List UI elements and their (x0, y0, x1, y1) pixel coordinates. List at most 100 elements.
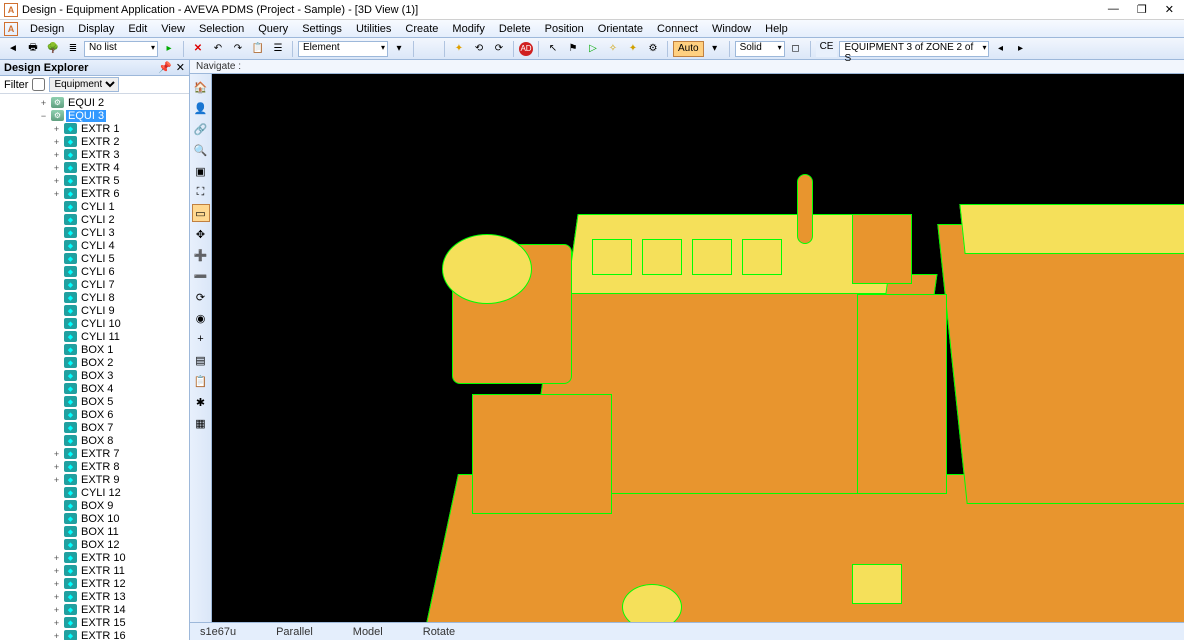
undo-icon[interactable]: ↶ (209, 40, 227, 58)
tree-item[interactable]: +EXTR 6 (0, 187, 189, 200)
tree-item[interactable]: +EXTR 13 (0, 590, 189, 603)
ce-select[interactable]: EQUIPMENT 3 of ZONE 2 of S (839, 41, 989, 57)
expander-icon[interactable]: + (51, 176, 62, 186)
redo-icon[interactable]: ↷ (229, 40, 247, 58)
menu-display[interactable]: Display (72, 22, 120, 36)
tree-item[interactable]: +EXTR 11 (0, 564, 189, 577)
tree-item[interactable]: +EXTR 16 (0, 629, 189, 640)
expander-icon[interactable]: + (51, 579, 62, 589)
expander-icon[interactable]: + (51, 592, 62, 602)
expander-icon[interactable]: + (51, 618, 62, 628)
tree-item[interactable]: +EXTR 7 (0, 447, 189, 460)
zoom-out-icon[interactable]: ➖ (192, 267, 210, 285)
spark2-icon[interactable]: ✦ (624, 40, 642, 58)
zoom-in-icon[interactable]: ➕ (192, 246, 210, 264)
ad-badge[interactable]: AD (519, 42, 533, 56)
menu-help[interactable]: Help (759, 22, 794, 36)
menu-orientate[interactable]: Orientate (592, 22, 649, 36)
tree-item[interactable]: BOX 4 (0, 382, 189, 395)
expander-icon[interactable]: + (51, 163, 62, 173)
expander-icon[interactable]: + (51, 631, 62, 640)
pointer-icon[interactable]: ↖ (544, 40, 562, 58)
close-button[interactable]: ✕ (1165, 3, 1174, 16)
flag-icon[interactable]: ⚑ (564, 40, 582, 58)
menu-window[interactable]: Window (706, 22, 757, 36)
expander-icon[interactable]: + (38, 98, 49, 108)
list-select[interactable]: No list (84, 41, 158, 57)
tree-item[interactable]: BOX 11 (0, 525, 189, 538)
menu-connect[interactable]: Connect (651, 22, 704, 36)
more-icon[interactable]: ✱ (192, 393, 210, 411)
expander-icon[interactable]: + (51, 137, 62, 147)
tree-item[interactable]: CYLI 7 (0, 278, 189, 291)
fit-icon[interactable]: ⛶ (192, 183, 210, 201)
doc-menu-icon[interactable]: A (4, 22, 18, 36)
tree-item[interactable]: BOX 9 (0, 499, 189, 512)
select-icon[interactable]: ▭ (192, 204, 210, 222)
home-icon[interactable]: 🏠 (192, 78, 210, 96)
expander-icon[interactable]: + (51, 553, 62, 563)
star-icon[interactable]: ✦ (450, 40, 468, 58)
menu-settings[interactable]: Settings (296, 22, 348, 36)
link-icon[interactable]: 🔗 (192, 120, 210, 138)
tree-item[interactable]: BOX 5 (0, 395, 189, 408)
expander-icon[interactable]: + (51, 462, 62, 472)
tree-item[interactable]: BOX 10 (0, 512, 189, 525)
tree-item[interactable]: CYLI 3 (0, 226, 189, 239)
tree-item[interactable]: +EXTR 2 (0, 135, 189, 148)
tree-item[interactable]: BOX 7 (0, 421, 189, 434)
tree-item[interactable]: CYLI 8 (0, 291, 189, 304)
tree-item[interactable]: BOX 8 (0, 434, 189, 447)
menu-delete[interactable]: Delete (493, 22, 537, 36)
tree-item[interactable]: +EXTR 10 (0, 551, 189, 564)
tree-item[interactable]: CYLI 11 (0, 330, 189, 343)
run-icon[interactable]: ▷ (584, 40, 602, 58)
3d-viewport[interactable] (212, 74, 1184, 622)
expander-icon[interactable]: − (38, 111, 49, 121)
tree-item[interactable]: BOX 1 (0, 343, 189, 356)
expander-icon[interactable]: + (51, 566, 62, 576)
tree-item[interactable]: +EXTR 14 (0, 603, 189, 616)
menu-edit[interactable]: Edit (122, 22, 153, 36)
tree-item[interactable]: BOX 6 (0, 408, 189, 421)
tree-item[interactable]: CYLI 4 (0, 239, 189, 252)
add-icon[interactable]: + (192, 330, 210, 348)
move-icon[interactable]: ✥ (192, 225, 210, 243)
menu-position[interactable]: Position (539, 22, 590, 36)
menu-utilities[interactable]: Utilities (350, 22, 397, 36)
sync-icon[interactable]: ⟳ (490, 40, 508, 58)
tree-icon[interactable]: 🌳 (44, 40, 62, 58)
nav-right-icon[interactable]: ▸ (1011, 40, 1029, 58)
tree-item[interactable]: −EQUI 3 (0, 109, 189, 122)
tree-item[interactable]: CYLI 10 (0, 317, 189, 330)
refresh-icon[interactable]: ⟲ (470, 40, 488, 58)
render-mode-select[interactable]: Solid (735, 41, 785, 57)
tree-view[interactable]: +EQUI 2−EQUI 3+EXTR 1+EXTR 2+EXTR 3+EXTR… (0, 94, 189, 640)
auto-button[interactable]: Auto (673, 41, 704, 57)
tree-item[interactable]: CYLI 1 (0, 200, 189, 213)
tree-item[interactable]: BOX 3 (0, 369, 189, 382)
pin-icon[interactable]: 📌 (158, 61, 172, 74)
layer-icon[interactable]: ☰ (269, 40, 287, 58)
menu-create[interactable]: Create (399, 22, 444, 36)
user-icon[interactable]: 👤 (192, 99, 210, 117)
tree-item[interactable]: CYLI 6 (0, 265, 189, 278)
down-icon[interactable]: ▾ (390, 40, 408, 58)
minimize-button[interactable]: — (1108, 3, 1119, 16)
filter-select[interactable]: Equipment (49, 77, 119, 92)
tree-item[interactable]: +EXTR 4 (0, 161, 189, 174)
expander-icon[interactable]: + (51, 150, 62, 160)
tree-item[interactable]: CYLI 12 (0, 486, 189, 499)
frame-icon[interactable]: ▣ (192, 162, 210, 180)
expander-icon[interactable]: + (51, 124, 62, 134)
cube-icon[interactable]: ◻ (787, 40, 805, 58)
play-icon[interactable]: ▸ (160, 40, 178, 58)
expander-icon[interactable]: + (51, 475, 62, 485)
tree-item[interactable]: BOX 2 (0, 356, 189, 369)
align-icon[interactable]: ▤ (192, 351, 210, 369)
nav-back-icon[interactable]: ◄ (4, 40, 22, 58)
print-icon[interactable]: 🖶 (24, 40, 42, 58)
gear-icon[interactable]: ⚙ (644, 40, 662, 58)
grid-icon[interactable]: ▦ (192, 414, 210, 432)
menu-modify[interactable]: Modify (446, 22, 490, 36)
